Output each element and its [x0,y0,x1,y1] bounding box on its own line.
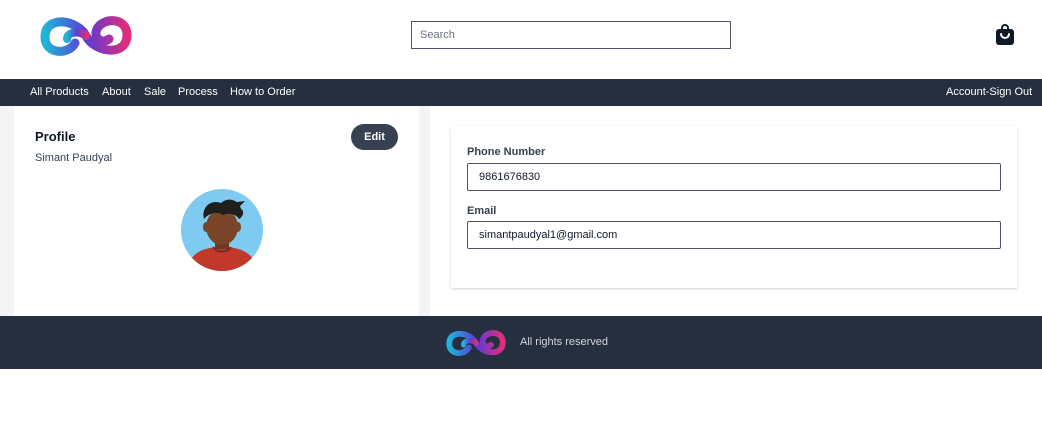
search-input[interactable] [411,21,731,49]
phone-number-field[interactable] [467,163,1001,191]
nav-item-sale[interactable]: Sale [144,79,166,106]
edit-button[interactable]: Edit [351,124,398,150]
footer-logo [446,330,506,356]
site-header [0,0,1042,79]
nav-item-all-products[interactable]: All Products [30,79,89,106]
phone-number-label: Phone Number [467,146,546,158]
user-avatar-icon [181,189,263,271]
profile-card: Profile Simant Paudyal Edit [14,106,419,316]
contact-details-panel: Phone Number Email [430,106,1042,316]
footer-copyright-text: All rights reserved [520,336,609,348]
email-field[interactable] [467,221,1001,249]
nav-item-how-to-order[interactable]: How to Order [230,79,295,106]
account-sign-out-link[interactable]: Account-Sign Out [946,79,1032,106]
site-footer: All rights reserved [0,316,1042,369]
email-label: Email [467,205,497,217]
shopping-bag-icon[interactable] [994,24,1016,46]
main-nav: All Products About Sale Process How to O… [0,79,1042,106]
nav-item-process[interactable]: Process [178,79,218,106]
brand-logo[interactable] [37,11,135,61]
contact-details-card: Phone Number Email [451,126,1017,288]
profile-title: Profile [35,129,76,144]
profile-content: Profile Simant Paudyal Edit Phone Number [0,106,1042,316]
nav-item-about[interactable]: About [102,79,131,106]
profile-name: Simant Paudyal [35,152,113,164]
